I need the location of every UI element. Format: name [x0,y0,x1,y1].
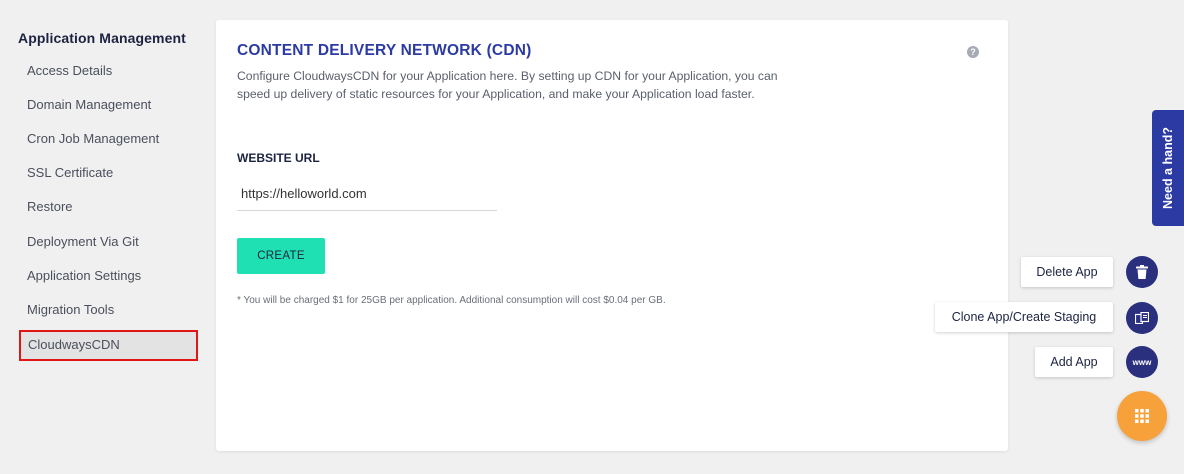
clone-app-fab[interactable] [1126,302,1158,334]
delete-app-fab[interactable] [1126,256,1158,288]
main-fab-button[interactable] [1117,391,1167,441]
sidebar-item-cloudwayscdn[interactable]: CloudwaysCDN [19,330,198,361]
sidebar-item-deployment-via-git[interactable]: Deployment Via Git [27,234,139,249]
sidebar-item-application-settings[interactable]: Application Settings [27,268,141,283]
website-url-input[interactable] [237,177,497,211]
sidebar-item-ssl-certificate[interactable]: SSL Certificate [27,165,113,180]
sidebar-item-access-details[interactable]: Access Details [27,63,112,78]
add-app-button[interactable]: Add App [1035,347,1113,377]
sidebar-heading: Application Management [18,30,186,46]
need-a-hand-label: Need a hand? [1161,127,1175,209]
sidebar-item-domain-management[interactable]: Domain Management [27,97,151,112]
website-url-label: WEBSITE URL [237,151,320,165]
pricing-note: * You will be charged $1 for 25GB per ap… [237,295,666,306]
grid-icon [1135,409,1149,423]
cdn-card: CONTENT DELIVERY NETWORK (CDN) ? Configu… [216,20,1008,451]
cdn-description: Configure CloudwaysCDN for your Applicat… [237,69,778,101]
create-button[interactable]: CREATE [237,238,325,274]
sidebar: Application Management Access Details Do… [0,0,205,474]
page-title: CONTENT DELIVERY NETWORK (CDN) [237,42,532,59]
need-a-hand-tab[interactable]: Need a hand? [1152,110,1184,226]
add-app-fab[interactable]: www [1126,346,1158,378]
delete-app-button[interactable]: Delete App [1021,257,1113,287]
www-icon: www [1132,357,1152,367]
sidebar-item-migration-tools[interactable]: Migration Tools [27,302,114,317]
clone-app-button[interactable]: Clone App/Create Staging [935,302,1113,332]
sidebar-item-restore[interactable]: Restore [27,199,73,214]
question-circle-icon[interactable]: ? [967,46,979,58]
trash-icon [1136,265,1148,279]
clone-icon [1135,312,1149,324]
sidebar-item-cron-job-management[interactable]: Cron Job Management [27,131,159,146]
